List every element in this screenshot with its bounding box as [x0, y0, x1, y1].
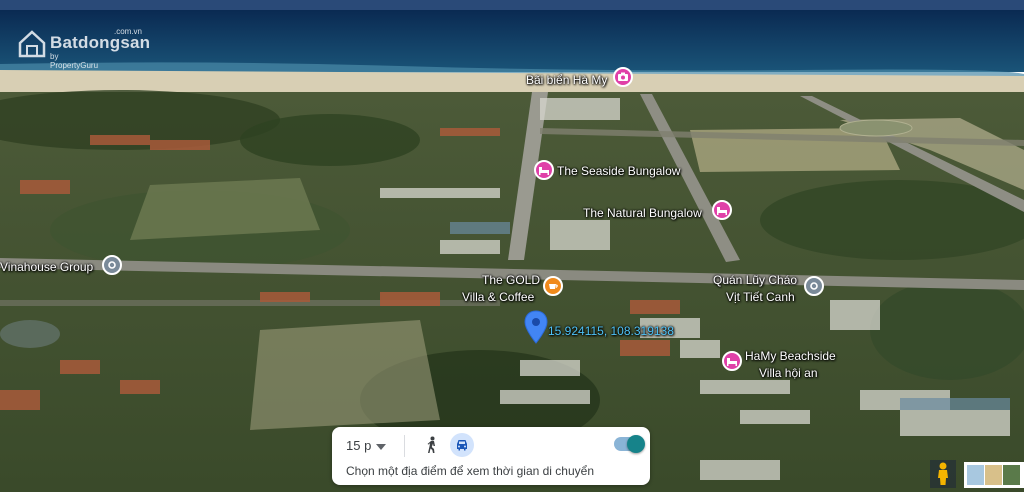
bed-icon[interactable]: [712, 200, 732, 220]
marker-coordinates: 15.924115, 108.319138: [548, 324, 674, 338]
travel-time-panel: 15 p Chọn một địa điểm để xem thời gian …: [332, 427, 650, 485]
watermark-name: Batdongsan: [50, 33, 151, 52]
pegman-icon[interactable]: [930, 460, 956, 488]
place-label-hamy-beachside-line2[interactable]: Villa hội an: [759, 366, 818, 380]
watermark-sub: by PropertyGuru: [50, 52, 99, 70]
bed-icon[interactable]: [722, 351, 742, 371]
toggle-knob: [627, 435, 645, 453]
place-label-natural-bungalow[interactable]: The Natural Bungalow: [583, 206, 702, 220]
layer-thumb-terrain[interactable]: [967, 465, 984, 485]
driving-mode-button[interactable]: [450, 433, 474, 457]
place-label-gold-villa[interactable]: The GOLD: [482, 273, 540, 287]
house-logo-icon: [18, 30, 46, 58]
walking-icon[interactable]: [425, 436, 439, 454]
place-label-seaside-bungalow[interactable]: The Seaside Bungalow: [557, 164, 680, 178]
place-label-ha-my-beach[interactable]: Bãi biển Hà My: [526, 73, 607, 87]
car-icon: [457, 440, 467, 451]
location-marker-icon[interactable]: [524, 310, 548, 344]
chevron-down-icon[interactable]: [376, 444, 386, 450]
divider: [404, 435, 405, 457]
travel-time-select[interactable]: 15 p: [346, 438, 371, 453]
layer-thumbnails[interactable]: [964, 462, 1024, 488]
place-label-quan-luy-chao[interactable]: Quán Lũy Cháo: [713, 273, 797, 287]
place-label-quan-luy-chao-line2[interactable]: Vịt Tiết Canh: [726, 290, 795, 304]
place-label-hamy-beachside[interactable]: HaMy Beachside: [745, 349, 836, 363]
satellite-map[interactable]: [0, 0, 1024, 492]
travel-hint-text: Chọn một địa điểm để xem thời gian di ch…: [346, 464, 595, 478]
coffee-icon[interactable]: [543, 276, 563, 296]
location-icon[interactable]: [804, 276, 824, 296]
watermark-domain: .com.vn: [114, 27, 143, 36]
layer-thumb-satellite[interactable]: [1003, 465, 1020, 485]
layer-thumb-map[interactable]: [985, 465, 1002, 485]
camera-icon[interactable]: [613, 67, 633, 87]
place-label-gold-villa-line2[interactable]: Villa & Coffee: [462, 290, 534, 304]
place-label-vinahouse-group[interactable]: Vinahouse Group: [0, 260, 93, 274]
travel-toggle[interactable]: [614, 435, 645, 453]
location-icon[interactable]: [102, 255, 122, 275]
bed-icon[interactable]: [534, 160, 554, 180]
